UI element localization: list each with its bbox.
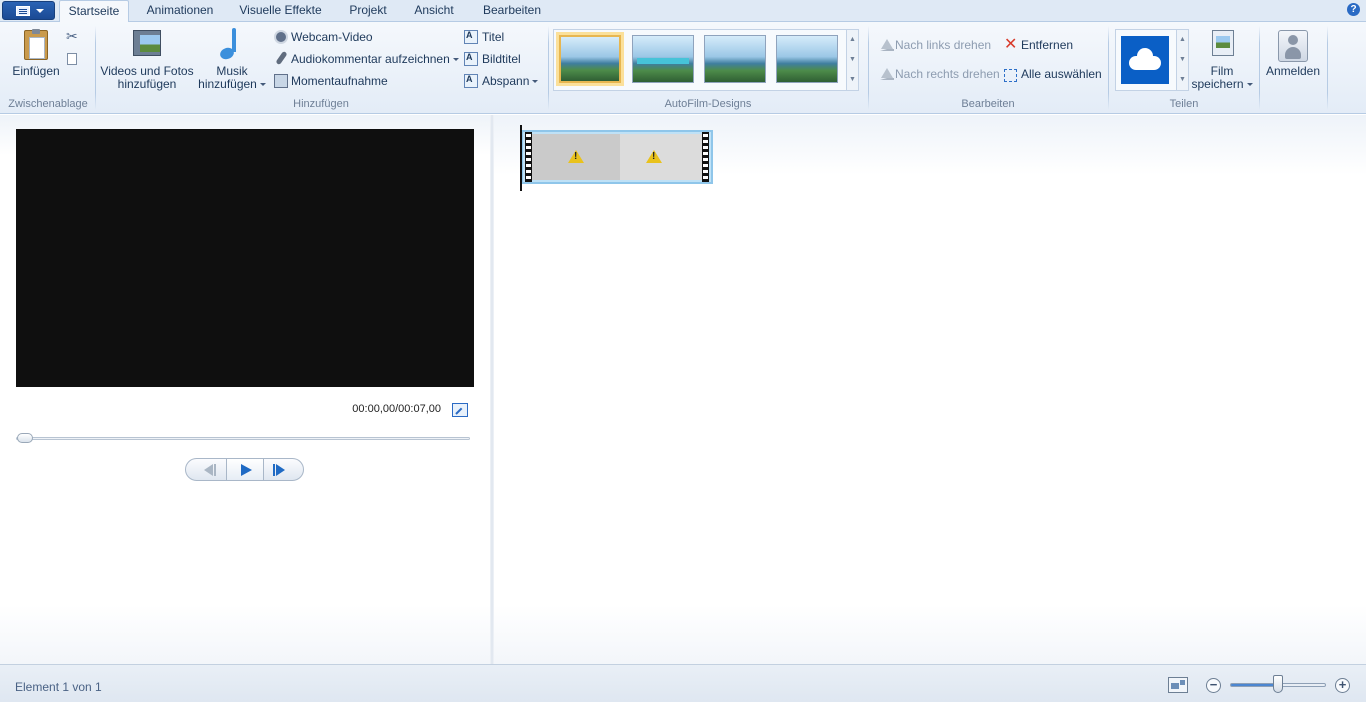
zoom-in-icon[interactable]: +	[1335, 678, 1350, 693]
caption-button[interactable]: Bildtitel	[482, 52, 521, 66]
clip-frame	[532, 134, 620, 180]
autofilm-themes-gallery: ▲ ▼ ▼	[553, 29, 859, 91]
select-all-icon	[1004, 69, 1017, 82]
scroll-down-icon[interactable]: ▼	[1177, 50, 1188, 70]
group-separator	[548, 26, 549, 110]
tab-bearbeiten[interactable]: Bearbeiten	[474, 0, 550, 22]
thumbnail-size-icon[interactable]	[1168, 677, 1188, 693]
previous-frame-button[interactable]	[186, 459, 226, 480]
timecode-display: 00:00,00/00:07,00	[352, 403, 441, 415]
group-label-clipboard: Zwischenablage	[8, 98, 88, 110]
copy-icon[interactable]	[67, 53, 77, 65]
add-videos-photos-button[interactable]: Videos und Fotos hinzufügen	[98, 65, 196, 91]
gallery-expand-icon[interactable]: ▼	[1177, 70, 1188, 90]
warning-icon	[568, 150, 584, 163]
previous-frame-icon	[204, 464, 213, 476]
status-bar: Element 1 von 1 − +	[0, 664, 1366, 702]
play-icon	[241, 464, 252, 476]
group-separator	[1108, 26, 1109, 110]
title-button[interactable]: Titel	[482, 30, 504, 44]
group-label-share: Teilen	[1169, 98, 1199, 110]
add-music-button[interactable]: Musik hinzufügen	[196, 65, 268, 91]
select-all-button[interactable]: Alle auswählen	[1021, 67, 1102, 81]
onedrive-cloud-icon[interactable]	[1121, 36, 1169, 84]
gallery-expand-icon[interactable]: ▼	[847, 70, 858, 90]
music-note-icon	[218, 28, 246, 62]
record-narration-button[interactable]: Audiokommentar aufzeichnen	[291, 52, 459, 66]
seek-thumb[interactable]	[17, 433, 33, 443]
rotate-left-icon	[880, 39, 894, 51]
zoom-out-icon[interactable]: −	[1206, 678, 1221, 693]
film-perforation	[702, 132, 709, 182]
next-frame-button[interactable]	[264, 459, 304, 480]
rotate-right-button[interactable]: Nach rechts drehen	[895, 67, 1000, 81]
webcam-icon	[274, 30, 288, 44]
group-separator	[868, 26, 869, 110]
playhead-indicator[interactable]	[520, 125, 522, 191]
title-icon	[464, 30, 478, 44]
cut-icon[interactable]: ✂	[66, 29, 78, 43]
gallery-scroll[interactable]: ▲ ▼ ▼	[846, 30, 858, 90]
snapshot-icon	[274, 74, 288, 88]
autofilm-theme-fade[interactable]	[776, 35, 838, 83]
fullscreen-preview-icon[interactable]	[452, 403, 468, 417]
clip-frame	[620, 134, 706, 180]
rotate-left-button[interactable]: Nach links drehen	[895, 38, 991, 52]
storyboard-clip[interactable]	[521, 130, 713, 184]
app-menu-button[interactable]	[2, 1, 55, 20]
save-movie-label-2: speichern	[1190, 78, 1254, 91]
tab-projekt[interactable]: Projekt	[340, 0, 396, 22]
group-separator	[1259, 26, 1260, 110]
autofilm-theme-contemporary[interactable]	[632, 35, 694, 83]
seek-bar[interactable]	[16, 437, 470, 440]
ribbon-tab-bar: Startseite Animationen Visuelle Effekte …	[0, 0, 1366, 23]
chevron-down-icon	[36, 9, 44, 13]
paste-button[interactable]: Einfügen	[6, 65, 66, 78]
rotate-right-icon	[880, 68, 894, 80]
add-videos-label-2: hinzufügen	[117, 77, 177, 91]
add-music-label-2: hinzufügen	[196, 78, 268, 91]
autofilm-theme-default[interactable]	[559, 35, 621, 83]
caption-icon	[464, 52, 478, 66]
storyboard-area[interactable]	[494, 115, 1366, 664]
share-gallery: ▲ ▼ ▼	[1115, 29, 1189, 91]
group-label-edit: Bearbeiten	[961, 98, 1015, 110]
group-label-autofilm: AutoFilm-Designs	[664, 98, 752, 110]
film-perforation	[525, 132, 532, 182]
warning-icon	[646, 150, 662, 163]
microphone-icon	[275, 50, 288, 66]
sign-in-button[interactable]: Anmelden	[1262, 65, 1324, 78]
scroll-down-icon[interactable]: ▼	[847, 50, 858, 70]
scroll-up-icon[interactable]: ▲	[1177, 30, 1188, 50]
tab-animationen[interactable]: Animationen	[139, 0, 221, 22]
save-movie-icon	[1212, 30, 1234, 56]
remove-button[interactable]: Entfernen	[1021, 38, 1073, 52]
credits-button[interactable]: Abspann	[482, 74, 538, 88]
next-frame-icon	[276, 464, 285, 476]
autofilm-theme-cinematic[interactable]	[704, 35, 766, 83]
playback-controls	[185, 458, 304, 481]
zoom-slider-thumb[interactable]	[1273, 675, 1283, 693]
status-item-count: Element 1 von 1	[15, 680, 102, 694]
remove-icon: ✕	[1004, 36, 1018, 53]
share-gallery-scroll[interactable]: ▲ ▼ ▼	[1176, 30, 1188, 90]
video-preview-monitor[interactable]	[16, 129, 474, 387]
help-icon[interactable]: ?	[1347, 3, 1360, 16]
play-button[interactable]	[226, 459, 264, 480]
tab-ansicht[interactable]: Ansicht	[406, 0, 462, 22]
webcam-video-button[interactable]: Webcam-Video	[291, 30, 373, 44]
save-movie-button[interactable]: Film speichern	[1190, 65, 1254, 91]
tab-visuelle-effekte[interactable]: Visuelle Effekte	[231, 0, 330, 22]
ribbon: Einfügen ✂ Zwischenablage Videos und Fot…	[0, 22, 1366, 114]
credits-icon	[464, 74, 478, 88]
add-videos-photos-icon	[133, 30, 161, 56]
scroll-up-icon[interactable]: ▲	[847, 30, 858, 50]
group-label-add: Hinzufügen	[293, 98, 349, 110]
user-account-icon	[1278, 30, 1308, 62]
snapshot-button[interactable]: Momentaufnahme	[291, 74, 388, 88]
paste-icon	[24, 29, 48, 60]
menu-icon	[16, 6, 30, 16]
group-separator	[1327, 26, 1328, 110]
tab-startseite[interactable]: Startseite	[59, 0, 129, 23]
